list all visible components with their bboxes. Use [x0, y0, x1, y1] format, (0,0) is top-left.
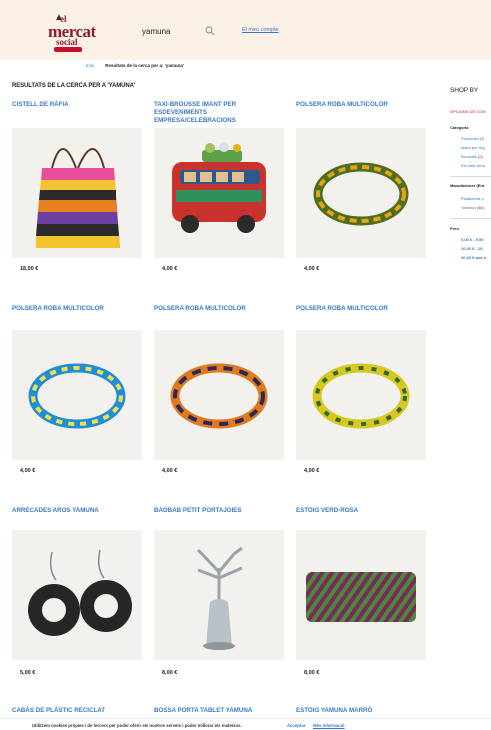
product-title-link[interactable]: POLSERA ROBA MULTICOLOR [12, 305, 142, 313]
cookie-banner: Utilitzem cookies pròpies i de tercers p… [0, 718, 491, 730]
product-title-link[interactable]: ARRECADES AROS YAMUNA [12, 507, 142, 515]
sidebar-title: SHOP BY [450, 87, 479, 94]
product-image-bus-magnet[interactable] [154, 128, 284, 258]
search-icon[interactable] [205, 26, 215, 36]
breadcrumb: Inici Resultats de la cerca per a: 'yamu… [86, 63, 184, 68]
logo-text-bottom: social [56, 37, 78, 47]
cookie-text: Utilitzem cookies pròpies i de tercers p… [32, 723, 242, 728]
product-title-link[interactable]: POLSERA ROBA MULTICOLOR [296, 305, 426, 313]
product-title-link[interactable]: CABÀS DE PLÀSTIC RECICLAT [12, 707, 142, 715]
page-title: RESULTATS DE LA CERCA PER A 'YAMUNA' [12, 83, 136, 89]
product-image-bracelet[interactable] [12, 330, 142, 460]
product-price: 4,00 € [304, 266, 320, 272]
product-title-link[interactable]: BAOBAB PETIT PORTAJOIES [154, 507, 284, 515]
product-image-bracelet[interactable] [296, 330, 426, 460]
breadcrumb-home-link[interactable]: Inici [86, 63, 94, 68]
manufacturer-filter-item[interactable]: Plataforma p [461, 196, 484, 201]
product-image-bracelet[interactable] [296, 128, 426, 258]
category-heading: Categoria [450, 125, 469, 130]
product-image-baobab-jewel-holder[interactable] [154, 530, 284, 660]
product-title-link[interactable]: TAXI-BROUSSE IMANT PER ESDEVENIMENTS EMP… [154, 101, 284, 125]
price-filter-item[interactable]: 10,00 € - 19, [461, 246, 483, 251]
product-price: 4,00 € [304, 468, 320, 474]
category-filter-item[interactable]: Els més venu [461, 163, 485, 168]
product-image-earrings[interactable] [12, 530, 142, 660]
cookie-more-info-link[interactable]: Més informació [313, 723, 345, 728]
product-title-link[interactable]: BOSSA PORTA TABLET YAMUNA [154, 707, 284, 715]
product-title-link[interactable]: CISTELL DE RÀFIA [12, 101, 142, 109]
product-title-link[interactable]: ESTOIG YAMUNA MARRÓ [296, 707, 426, 715]
product-price: 8,00 € [162, 670, 178, 676]
product-image-bracelet[interactable] [154, 330, 284, 460]
manufacturer-heading: Manufacturer (Ent [450, 183, 485, 188]
product-price: 5,00 € [20, 670, 36, 676]
product-title-link[interactable]: POLSERA ROBA MULTICOLOR [296, 101, 426, 109]
manufacturer-filter-item[interactable]: Yamuna (48) [461, 205, 484, 210]
product-title-link[interactable]: ESTOIG VERD-ROSA [296, 507, 426, 515]
sidebar-divider [450, 218, 491, 219]
search-input[interactable] [142, 24, 212, 38]
site-header: ▲ el mercat social El meu compte [0, 0, 491, 60]
product-title-link[interactable]: POLSERA ROBA MULTICOLOR [154, 305, 284, 313]
category-filter-item[interactable]: Idees per reg [461, 145, 485, 150]
product-price: 4,00 € [20, 468, 36, 474]
price-filter-item[interactable]: 20,00 € and a [461, 255, 486, 260]
category-filter-item[interactable]: Productes (9 [461, 136, 484, 141]
site-logo[interactable]: ▲ el mercat social [44, 12, 104, 52]
product-image-raffia-basket[interactable] [12, 128, 142, 258]
sidebar-divider [450, 176, 491, 177]
breadcrumb-current: Resultats de la cerca per a: 'yamuna' [105, 63, 184, 68]
product-price: 18,00 € [20, 266, 39, 272]
logo-badge [54, 47, 82, 52]
product-image-pouch[interactable] [296, 530, 426, 660]
product-price: 4,00 € [162, 468, 178, 474]
price-filter-item[interactable]: 0,00 € - 9,99 [461, 237, 483, 242]
product-price: 8,00 € [304, 670, 320, 676]
page: ▲ el mercat social El meu compte Inici R… [0, 0, 491, 730]
my-account-link[interactable]: El meu compte [242, 27, 279, 33]
category-filter-item[interactable]: Novetats (2) [461, 154, 483, 159]
filter-options-label[interactable]: OPCIONS DE COM [450, 109, 486, 114]
product-price: 4,00 € [162, 266, 178, 272]
price-heading: Preu [450, 226, 459, 231]
cookie-accept-button[interactable]: Acceptar [287, 723, 305, 728]
